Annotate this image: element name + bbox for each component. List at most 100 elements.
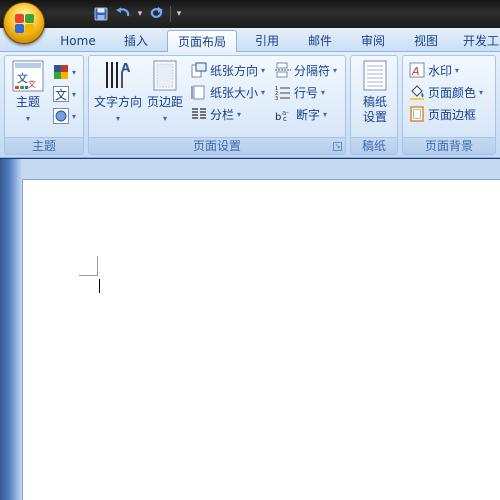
text-cursor bbox=[99, 279, 100, 293]
chevron-down-icon: ▾ bbox=[455, 65, 460, 75]
chevron-down-icon: ▾ bbox=[261, 65, 266, 75]
margin-corner-mark bbox=[97, 256, 98, 276]
margins-button[interactable]: 页边距 ▾ bbox=[145, 60, 185, 132]
hyphenation-icon: b a-c bbox=[275, 109, 289, 122]
orientation-icon bbox=[191, 62, 207, 78]
svg-text:文: 文 bbox=[17, 71, 28, 85]
hyphenation-label: 断字 bbox=[296, 107, 321, 122]
paper-settings-icon bbox=[363, 60, 387, 91]
page-color-label: 页面颜色 bbox=[428, 85, 477, 100]
svg-text:A: A bbox=[121, 61, 131, 75]
theme-colors-icon bbox=[54, 65, 68, 79]
breaks-button[interactable]: 分隔符 ▾ bbox=[275, 60, 337, 80]
chevron-down-icon: ▾ bbox=[162, 114, 167, 123]
columns-label: 分栏 bbox=[210, 107, 235, 122]
theme-colors-button[interactable]: ▾ bbox=[53, 62, 76, 82]
text-direction-button[interactable]: A 文字方向 ▾ bbox=[91, 60, 145, 132]
svg-text:b: b bbox=[275, 112, 281, 122]
ribbon-tabs: Home 插入 页面布局 引用 邮件 审阅 视图 开发工 bbox=[0, 28, 500, 53]
tab-home[interactable]: Home bbox=[52, 30, 104, 52]
chevron-down-icon: ▾ bbox=[323, 109, 328, 119]
chevron-down-icon: ▾ bbox=[479, 87, 484, 97]
group-label-paper: 稿纸 bbox=[351, 137, 397, 154]
watermark-icon: A bbox=[409, 62, 425, 78]
orientation-button[interactable]: 纸张方向 ▾ bbox=[191, 60, 265, 80]
chevron-down-icon: ▾ bbox=[72, 67, 77, 77]
orientation-label: 纸张方向 bbox=[210, 63, 259, 78]
tab-review[interactable]: 审阅 bbox=[350, 30, 396, 52]
chevron-down-icon: ▾ bbox=[333, 65, 338, 75]
tab-page-layout[interactable]: 页面布局 bbox=[167, 30, 237, 53]
group-page-setup: A 文字方向 ▾ 页边距 ▾ 纸张方向 ▾ 纸张大小 ▾ 分栏 ▾ 分隔符 ▾ bbox=[88, 55, 346, 155]
tab-developer[interactable]: 开发工 bbox=[456, 30, 500, 52]
toolbar-separator bbox=[170, 6, 171, 22]
redo-icon[interactable] bbox=[148, 5, 166, 23]
svg-text:文: 文 bbox=[55, 87, 67, 102]
group-themes: 文文 主题 ▾ ▾ 文 ▾ ▾ 主题 bbox=[4, 55, 84, 155]
margins-icon bbox=[153, 60, 177, 91]
ribbon: 文文 主题 ▾ ▾ 文 ▾ ▾ 主题 A 文字方向 ▾ 页边距 ▾ 纸张方向 ▾… bbox=[0, 52, 500, 158]
breaks-label: 分隔符 bbox=[294, 63, 331, 78]
line-numbers-label: 行号 bbox=[294, 85, 319, 100]
themes-button[interactable]: 文文 主题 ▾ bbox=[9, 60, 47, 132]
title-bar: ▾ ▾ bbox=[0, 0, 500, 28]
theme-effects-icon bbox=[53, 108, 69, 124]
page-borders-button[interactable]: 页面边框 bbox=[409, 104, 476, 124]
chevron-down-icon: ▾ bbox=[261, 87, 266, 97]
svg-text:3: 3 bbox=[275, 96, 278, 100]
chevron-down-icon: ▾ bbox=[72, 111, 77, 121]
hyphenation-button[interactable]: b a-c 断字 ▾ bbox=[275, 104, 327, 124]
group-paper: 稿纸 设置 稿纸 bbox=[350, 55, 398, 155]
themes-label: 主题 bbox=[15, 95, 40, 109]
text-direction-label: 文字方向 bbox=[93, 95, 142, 109]
watermark-button[interactable]: A 水印 ▾ bbox=[409, 60, 459, 80]
theme-effects-button[interactable]: ▾ bbox=[53, 106, 76, 126]
page-borders-icon bbox=[410, 106, 424, 122]
chevron-down-icon: ▾ bbox=[25, 114, 30, 123]
chevron-down-icon: ▾ bbox=[72, 89, 77, 99]
group-label-page-setup: 页面设置 bbox=[89, 137, 345, 154]
tab-view[interactable]: 视图 bbox=[403, 30, 449, 52]
office-button[interactable] bbox=[3, 2, 45, 44]
line-numbers-button[interactable]: 123 行号 ▾ bbox=[275, 82, 325, 102]
svg-text:A: A bbox=[411, 65, 420, 78]
size-button[interactable]: 纸张大小 ▾ bbox=[191, 82, 265, 102]
margin-corner-mark bbox=[79, 275, 98, 276]
chevron-down-icon: ▾ bbox=[237, 109, 242, 119]
theme-fonts-button[interactable]: 文 ▾ bbox=[53, 84, 76, 104]
watermark-label: 水印 bbox=[428, 63, 453, 78]
margins-label: 页边距 bbox=[146, 95, 183, 109]
line-numbers-icon: 123 bbox=[275, 86, 290, 100]
paper-settings-label-1: 稿纸 bbox=[362, 95, 387, 109]
document-area bbox=[0, 159, 500, 500]
columns-icon bbox=[192, 108, 206, 119]
quick-access-toolbar: ▾ ▾ bbox=[48, 3, 183, 25]
chevron-down-icon: ▾ bbox=[115, 114, 120, 123]
paper-settings-label-2: 设置 bbox=[362, 110, 387, 124]
themes-icon: 文文 bbox=[12, 60, 44, 92]
group-label-page-background: 页面背景 bbox=[403, 137, 495, 154]
breaks-icon bbox=[275, 62, 291, 78]
columns-button[interactable]: 分栏 ▾ bbox=[191, 104, 241, 124]
theme-fonts-icon: 文 bbox=[53, 86, 69, 102]
text-direction-icon: A bbox=[106, 61, 131, 88]
page-color-button[interactable]: 页面颜色 ▾ bbox=[409, 82, 483, 102]
size-icon bbox=[191, 85, 205, 100]
dialog-launcher-icon[interactable]: ↘ bbox=[333, 142, 342, 151]
customize-toolbar-icon[interactable]: ▾ bbox=[175, 9, 183, 19]
paper-settings-button[interactable]: 稿纸 设置 bbox=[355, 60, 395, 132]
document-page[interactable] bbox=[22, 179, 500, 500]
save-icon[interactable] bbox=[92, 5, 110, 23]
group-label-themes: 主题 bbox=[5, 137, 83, 154]
page-borders-label: 页面边框 bbox=[428, 107, 477, 122]
group-page-background: A 水印 ▾ 页面颜色 ▾ 页面边框 页面背景 bbox=[402, 55, 496, 155]
svg-text:文: 文 bbox=[28, 79, 36, 89]
chevron-down-icon: ▾ bbox=[321, 87, 326, 97]
undo-dropdown-icon[interactable]: ▾ bbox=[136, 9, 144, 19]
paint-bucket-icon bbox=[410, 85, 424, 100]
tab-mailings[interactable]: 邮件 bbox=[297, 30, 343, 52]
tab-references[interactable]: 引用 bbox=[244, 30, 290, 52]
office-logo-icon bbox=[15, 14, 35, 34]
tab-insert[interactable]: 插入 bbox=[112, 30, 160, 52]
undo-icon[interactable] bbox=[114, 5, 132, 23]
